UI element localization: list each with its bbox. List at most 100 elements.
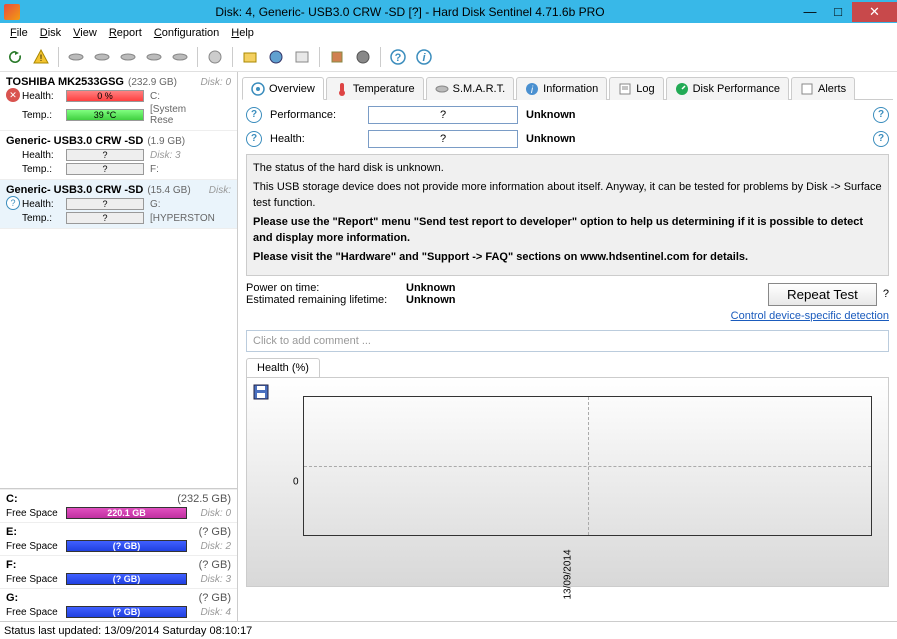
maximize-button[interactable]: □ — [824, 2, 852, 22]
tab-smart[interactable]: S.M.A.R.T. — [426, 77, 515, 100]
grid-line — [588, 397, 589, 535]
temp-label: Temp.: — [22, 213, 60, 224]
disk-item-1[interactable]: Generic- USB3.0 CRW -SD (1.9 GB) Health:… — [0, 131, 237, 180]
volume-item[interactable]: F: (? GB) Free Space (? GB) Disk: 3 — [0, 555, 237, 588]
close-button[interactable]: ✕ — [852, 2, 897, 22]
toolbar-separator — [58, 47, 59, 67]
volume-letter: E: — [6, 526, 17, 538]
error-icon: ✕ — [6, 88, 20, 102]
volume-item[interactable]: C:(232.5 GB) Free Space220.1 GBDisk: 0 — [0, 489, 237, 522]
tab-overview[interactable]: Overview — [242, 77, 324, 100]
palette-icon[interactable] — [204, 46, 226, 68]
volume-disk-id: Disk: 4 — [191, 607, 231, 618]
drive-letter: G: — [150, 199, 200, 210]
tab-disk-performance[interactable]: Disk Performance — [666, 77, 789, 100]
refresh-icon[interactable] — [4, 46, 26, 68]
disk-1-icon[interactable] — [65, 46, 87, 68]
performance-value: Unknown — [526, 109, 576, 121]
status-line: Please visit the "Hardware" and "Support… — [253, 250, 882, 265]
help-icon[interactable]: ? — [246, 107, 262, 123]
free-space-bar: (? GB) — [66, 573, 187, 585]
tools-icon[interactable] — [326, 46, 348, 68]
drive-label: [System Rese — [150, 104, 200, 126]
disk-5-icon[interactable] — [169, 46, 191, 68]
disk-4-icon[interactable] — [143, 46, 165, 68]
folder-icon[interactable] — [239, 46, 261, 68]
volume-list: C:(232.5 GB) Free Space220.1 GBDisk: 0 E… — [0, 488, 237, 621]
minimize-button[interactable]: — — [796, 2, 824, 22]
menu-report[interactable]: Report — [103, 25, 148, 41]
toolbar-separator — [232, 47, 233, 67]
volume-disk-id: Disk: 3 — [191, 574, 231, 585]
disk-item-2[interactable]: Generic- USB3.0 CRW -SD (15.4 GB) Disk: … — [0, 180, 237, 229]
toolbar-separator — [197, 47, 198, 67]
volume-disk-id: Disk: 2 — [191, 541, 231, 552]
volume-letter: F: — [6, 559, 16, 571]
help-icon[interactable]: ? — [387, 46, 409, 68]
menu-configuration[interactable]: Configuration — [148, 25, 225, 41]
action-icon[interactable] — [265, 46, 287, 68]
menu-bar: File Disk View Report Configuration Help — [0, 23, 897, 42]
disk-item-0[interactable]: TOSHIBA MK2533GSG (232.9 GB) Disk: 0 ✕ H… — [0, 72, 237, 131]
help-icon[interactable]: ? — [246, 131, 262, 147]
volume-disk-id: Disk: 0 — [191, 508, 231, 519]
menu-view[interactable]: View — [67, 25, 103, 41]
lifetime-value: Unknown — [406, 294, 456, 306]
globe-icon[interactable] — [352, 46, 374, 68]
health-box: ? — [368, 130, 518, 148]
lifetime-label: Estimated remaining lifetime: — [246, 294, 406, 306]
warning-icon[interactable]: ! — [30, 46, 52, 68]
options-icon[interactable] — [291, 46, 313, 68]
disk-size: (1.9 GB) — [147, 136, 185, 147]
control-detection-link[interactable]: Control device-specific detection — [246, 310, 889, 322]
menu-file[interactable]: File — [4, 25, 34, 41]
free-space-label: Free Space — [6, 574, 62, 585]
tab-label: Overview — [269, 83, 315, 95]
menu-help[interactable]: Help — [225, 25, 260, 41]
info-icon: i — [525, 82, 539, 96]
temp-label: Temp.: — [22, 164, 60, 175]
disk-name: TOSHIBA MK2533GSG — [6, 76, 124, 88]
window-title: Disk: 4, Generic- USB3.0 CRW -SD [?] - H… — [24, 5, 796, 19]
toolbar-separator — [380, 47, 381, 67]
repeat-test-button[interactable]: Repeat Test — [768, 283, 877, 306]
chart-tabs: Health (%) — [246, 358, 889, 377]
tab-label: S.M.A.R.T. — [453, 83, 506, 95]
performance-box: ? — [368, 106, 518, 124]
menu-disk[interactable]: Disk — [34, 25, 67, 41]
disk-3-icon[interactable] — [117, 46, 139, 68]
temp-bar: ? — [66, 212, 144, 224]
comment-input[interactable]: Click to add comment ... — [246, 330, 889, 352]
content-area: Overview Temperature S.M.A.R.T. iInforma… — [238, 72, 897, 621]
svg-text:i: i — [422, 52, 426, 64]
chart-tab-health[interactable]: Health (%) — [246, 358, 320, 377]
free-space-bar: (? GB) — [66, 540, 187, 552]
info-icon[interactable]: i — [413, 46, 435, 68]
free-space-label: Free Space — [6, 607, 62, 618]
tab-log[interactable]: Log — [609, 77, 663, 100]
disk-2-icon[interactable] — [91, 46, 113, 68]
free-space-bar: (? GB) — [66, 606, 187, 618]
help-icon[interactable]: ? — [873, 131, 889, 147]
health-chart: 0 13/09/2014 — [246, 377, 889, 587]
performance-label: Performance: — [270, 109, 360, 121]
tab-information[interactable]: iInformation — [516, 77, 607, 100]
status-bar: Status last updated: 13/09/2014 Saturday… — [0, 621, 897, 639]
overview-icon — [251, 82, 265, 96]
disk-id: Disk: 0 — [200, 77, 231, 88]
drive-label: [HYPERSTON — [150, 213, 200, 224]
volume-size: (? GB) — [199, 559, 231, 571]
time-info: Power on time:Unknown Estimated remainin… — [246, 282, 768, 306]
tab-alerts[interactable]: Alerts — [791, 77, 855, 100]
disk-id: Disk: 3 — [150, 150, 200, 161]
power-on-label: Power on time: — [246, 282, 406, 294]
help-icon[interactable]: ? — [883, 288, 889, 300]
free-space-label: Free Space — [6, 508, 62, 519]
help-icon[interactable]: ? — [873, 107, 889, 123]
save-icon[interactable] — [253, 384, 269, 400]
volume-item[interactable]: E:(? GB) Free Space(? GB)Disk: 2 — [0, 522, 237, 555]
volume-item[interactable]: G:(? GB) Free Space(? GB)Disk: 4 — [0, 588, 237, 621]
tab-temperature[interactable]: Temperature — [326, 77, 424, 100]
y-axis-label: 0 — [293, 477, 299, 488]
health-label: Health: — [270, 133, 360, 145]
